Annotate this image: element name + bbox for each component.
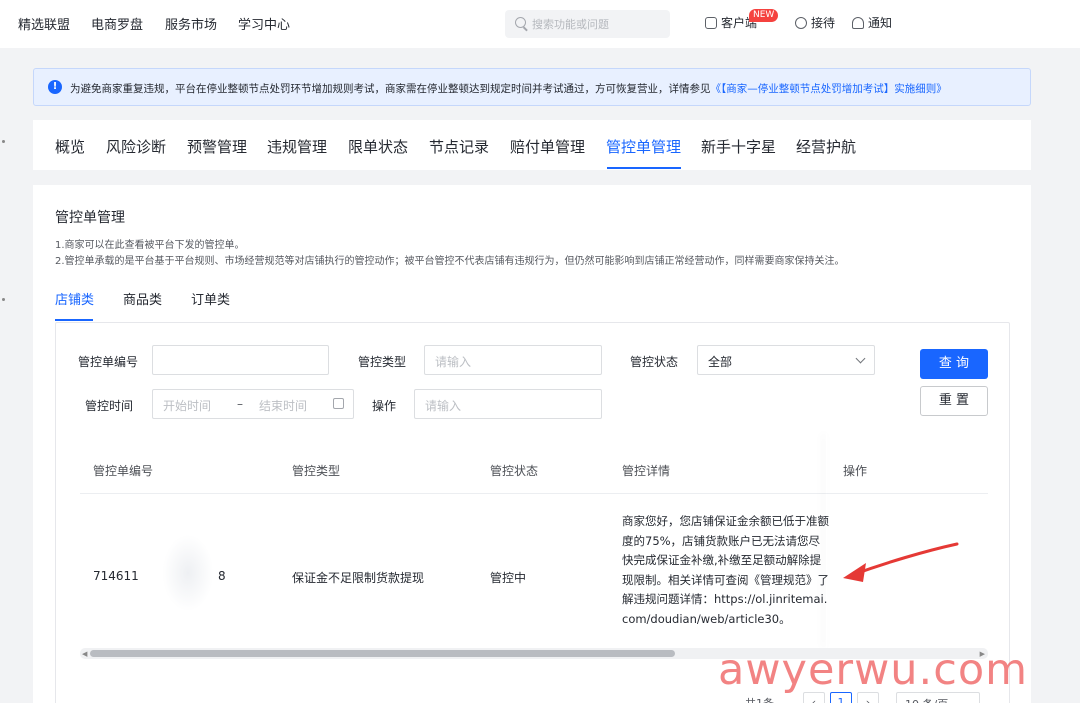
watermark: awyerwu.com (718, 645, 1029, 695)
annotation-arrow (843, 542, 959, 582)
arrow-head (843, 563, 866, 582)
arrow-shaft (850, 542, 959, 577)
